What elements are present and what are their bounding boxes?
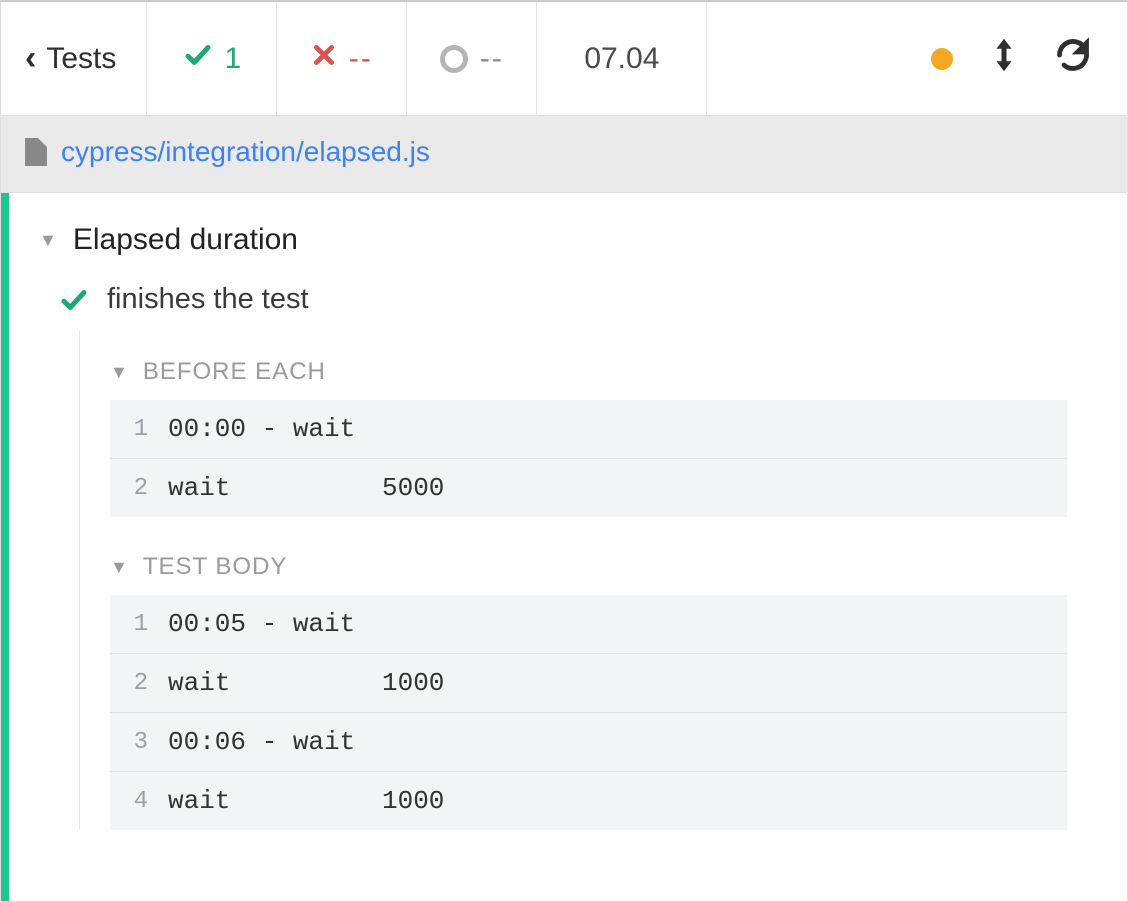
- test-item[interactable]: finishes the test: [39, 277, 1067, 330]
- command-row[interactable]: 2 wait 1000: [110, 654, 1067, 713]
- check-icon: [59, 285, 89, 315]
- command-number: 2: [110, 654, 162, 713]
- toolbar-right: [915, 2, 1127, 115]
- command-name: wait: [162, 654, 382, 713]
- check-icon: [183, 40, 213, 78]
- describe-block[interactable]: ▼ Elapsed duration: [39, 215, 1067, 277]
- duration-value: 07.04: [584, 42, 659, 76]
- caret-down-icon: ▼: [110, 362, 129, 383]
- section-header[interactable]: ▼ TEST BODY: [110, 543, 1067, 595]
- toolbar: ‹ Tests 1 -- -- 07.04: [1, 2, 1127, 116]
- describe-title: Elapsed duration: [73, 223, 298, 257]
- caret-down-icon: ▼: [110, 557, 129, 578]
- section-name: BEFORE EACH: [143, 358, 326, 386]
- command-row[interactable]: 2 wait 5000: [110, 459, 1067, 518]
- command-name: wait: [162, 772, 382, 831]
- chevron-left-icon: ‹: [25, 39, 36, 78]
- command-number: 2: [110, 459, 162, 518]
- pending-count[interactable]: --: [407, 2, 537, 115]
- x-icon: [311, 42, 337, 76]
- viewport-toggle-button[interactable]: [989, 36, 1019, 82]
- failed-value: --: [349, 42, 373, 76]
- file-bar: cypress/integration/elapsed.js: [1, 116, 1127, 193]
- command-number: 1: [110, 400, 162, 459]
- command-message: 1000: [382, 654, 1067, 713]
- command-name: 00:00 - wait: [162, 400, 1067, 459]
- section-name: TEST BODY: [143, 553, 288, 581]
- tests-label: Tests: [46, 42, 116, 76]
- command-number: 4: [110, 772, 162, 831]
- command-message: 1000: [382, 772, 1067, 831]
- caret-down-icon: ▼: [39, 230, 57, 251]
- status-dot-icon: [931, 48, 953, 70]
- reload-button[interactable]: [1055, 37, 1091, 81]
- tests-back-button[interactable]: ‹ Tests: [1, 2, 147, 115]
- command-name: wait: [162, 459, 382, 518]
- file-path-link[interactable]: cypress/integration/elapsed.js: [61, 136, 430, 168]
- command-row[interactable]: 3 00:06 - wait: [110, 713, 1067, 772]
- command-row[interactable]: 1 00:00 - wait: [110, 400, 1067, 459]
- passed-value: 1: [225, 42, 242, 76]
- command-row[interactable]: 4 wait 1000: [110, 772, 1067, 831]
- circle-icon: [440, 45, 468, 73]
- passed-count[interactable]: 1: [147, 2, 277, 115]
- test-title: finishes the test: [107, 283, 309, 316]
- command-message: 5000: [382, 459, 1067, 518]
- command-row[interactable]: 1 00:05 - wait: [110, 595, 1067, 654]
- app-container: ‹ Tests 1 -- -- 07.04: [0, 0, 1128, 902]
- test-area: ▼ Elapsed duration finishes the test ▼ B…: [1, 193, 1127, 901]
- command-log: ▼ BEFORE EACH 1 00:00 - wait 2 wait 5000: [79, 330, 1067, 830]
- command-table: 1 00:00 - wait 2 wait 5000: [110, 400, 1067, 517]
- pass-indicator-bar: [1, 193, 9, 901]
- command-number: 3: [110, 713, 162, 772]
- test-content: ▼ Elapsed duration finishes the test ▼ B…: [9, 193, 1127, 901]
- file-icon: [25, 138, 47, 166]
- duration-display: 07.04: [537, 2, 707, 115]
- section-header[interactable]: ▼ BEFORE EACH: [110, 348, 1067, 400]
- command-number: 1: [110, 595, 162, 654]
- toolbar-spacer: [707, 2, 915, 115]
- command-name: 00:05 - wait: [162, 595, 1067, 654]
- command-table: 1 00:05 - wait 2 wait 1000 3 00:06 - wai…: [110, 595, 1067, 830]
- pending-value: --: [480, 42, 504, 76]
- command-name: 00:06 - wait: [162, 713, 1067, 772]
- failed-count[interactable]: --: [277, 2, 407, 115]
